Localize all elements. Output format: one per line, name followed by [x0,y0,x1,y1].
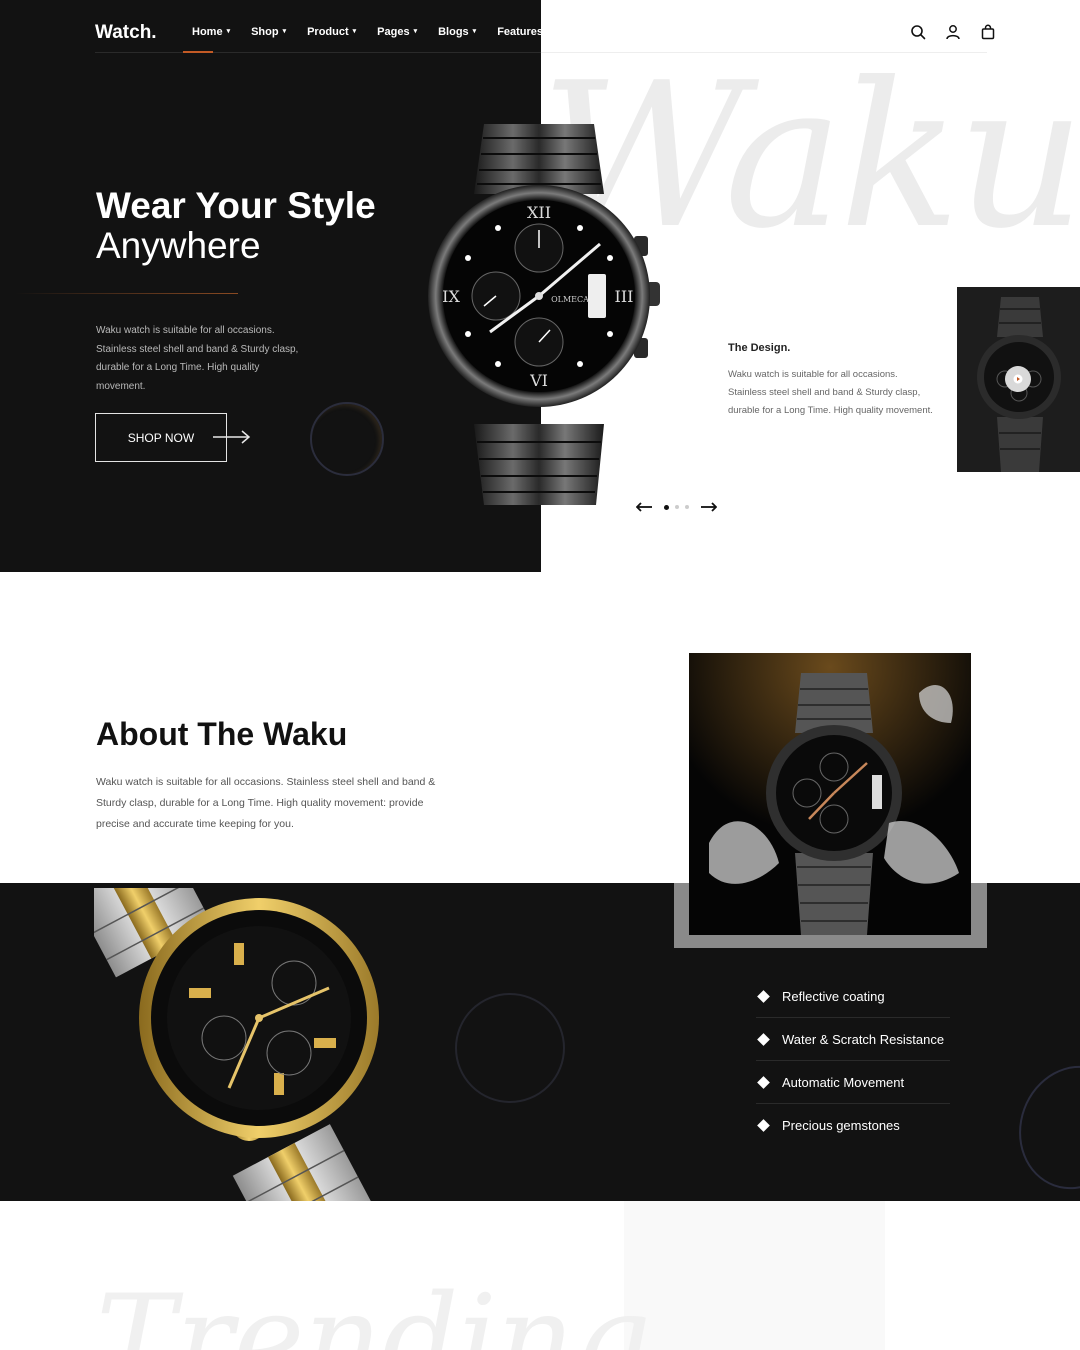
nav-item-product[interactable]: Product ▾ [307,26,356,38]
svg-text:III: III [615,287,634,306]
header-icons [910,24,996,40]
slider-dot[interactable] [664,504,669,510]
trending-panel [624,1201,885,1350]
decorative-ring [310,402,384,476]
search-icon[interactable] [910,24,926,40]
hero-watch-image: XII VI IX III OLMECA [428,124,660,505]
nav-item-shop[interactable]: Shop ▾ [251,26,286,38]
svg-text:VI: VI [529,371,548,390]
logo[interactable]: Watch. [95,22,157,44]
diamond-icon [757,1032,770,1046]
main-nav: Home ▾ Shop ▾ Product ▾ Pages ▾ Blogs ▾ Featu… [192,26,543,38]
chevron-down-icon: ▾ [226,28,231,35]
hero-divider [15,293,238,294]
list-item: Automatic Movement [756,1061,950,1104]
about-title-light: Waku [263,716,348,752]
diamond-icon [757,1119,770,1132]
list-item: Precious gemstones [756,1104,950,1147]
about-description: Waku watch is suitable for all occasions… [96,776,436,830]
design-description: Waku watch is suitable for all occasions… [728,369,933,416]
chevron-down-icon: ▾ [413,28,418,35]
feature-list: Reflective coating Water & Scratch Resis… [756,975,950,1147]
gold-watch-image [94,888,387,1201]
nav-item-blogs[interactable]: Blogs ▾ [438,26,476,38]
list-item: Reflective coating [756,975,950,1018]
play-icon [1013,374,1023,384]
hero-description: Waku watch is suitable for all occasions… [96,325,299,392]
diamond-icon [757,989,770,1003]
hero-title-bold: Wear Your Style [96,185,376,226]
arrow-right-icon[interactable] [213,430,251,444]
arrow-right-icon[interactable] [701,502,717,512]
decorative-ring [455,993,565,1103]
about-watch-image [689,653,971,935]
svg-text:OLMECA: OLMECA [551,295,589,304]
bag-icon[interactable] [980,24,996,40]
page: Waku Watch. Home ▾ Shop ▾ Product ▾ Pages ▾ … [0,0,1080,1350]
play-button[interactable] [1005,366,1031,392]
diamond-icon [757,1075,770,1089]
design-title: The Design. [728,342,791,354]
chevron-down-icon: ▾ [352,28,357,35]
about-title: About The Waku [96,716,347,753]
header-divider [95,52,541,53]
nav-item-home[interactable]: Home ▾ [192,26,230,38]
trending-watermark: Trending [96,1270,651,1350]
slider-dot[interactable] [675,505,679,509]
svg-text:XII: XII [527,203,551,222]
header-divider-light [541,52,987,53]
slider-dots [664,504,689,510]
nav-active-indicator [183,51,213,53]
slider-controls [636,502,717,512]
shop-now-button[interactable]: SHOP NOW [95,413,227,462]
list-item: Water & Scratch Resistance [756,1018,950,1061]
svg-text:IX: IX [442,287,460,306]
about-title-bold: About The [96,716,255,752]
hero-title-light: Anywhere [96,225,261,266]
arrow-left-icon[interactable] [636,502,652,512]
hero-title: Wear Your Style Anywhere [96,186,376,266]
nav-item-features[interactable]: Features [497,26,543,38]
slider-dot[interactable] [685,505,689,509]
nav-item-pages[interactable]: Pages ▾ [377,26,417,38]
chevron-down-icon: ▾ [282,28,287,35]
chevron-down-icon: ▾ [472,28,477,35]
user-icon[interactable] [945,24,961,40]
